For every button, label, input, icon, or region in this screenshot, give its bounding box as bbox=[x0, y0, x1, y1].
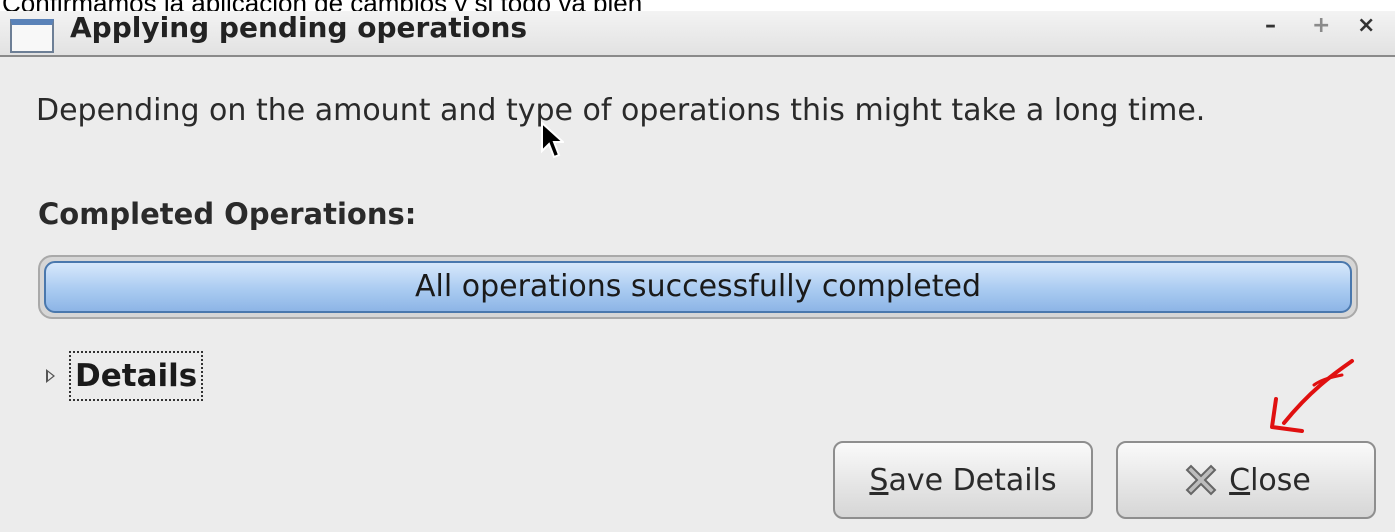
mouse-pointer-icon bbox=[541, 121, 564, 159]
expander-arrow-icon bbox=[46, 369, 55, 383]
minimize-icon[interactable]: – bbox=[1265, 15, 1276, 37]
window-title: Applying pending operations bbox=[70, 11, 528, 44]
details-label: Details bbox=[69, 351, 204, 401]
close-button[interactable]: Close bbox=[1116, 441, 1376, 519]
save-label: ave Details bbox=[888, 462, 1057, 498]
progress-text: All operations successfully completed bbox=[415, 269, 981, 304]
window-icon bbox=[10, 19, 54, 53]
details-expander[interactable]: Details bbox=[46, 351, 204, 401]
dialog-window: Applying pending operations – + × Depend… bbox=[0, 11, 1395, 532]
close-x-icon bbox=[1185, 464, 1217, 496]
title-bar[interactable]: Applying pending operations – + × bbox=[0, 11, 1395, 57]
maximize-icon[interactable]: + bbox=[1312, 15, 1330, 37]
close-window-icon[interactable]: × bbox=[1357, 15, 1375, 37]
red-annotation-arrow bbox=[1270, 359, 1354, 433]
progress-bar: All operations successfully completed bbox=[38, 255, 1358, 319]
save-mnemonic: S bbox=[869, 462, 889, 498]
close-mnemonic: C bbox=[1229, 462, 1251, 498]
info-message: Depending on the amount and type of oper… bbox=[36, 93, 1206, 128]
close-label: lose bbox=[1250, 462, 1311, 498]
completed-operations-label: Completed Operations: bbox=[38, 197, 417, 231]
save-details-button[interactable]: Save Details bbox=[833, 441, 1093, 519]
